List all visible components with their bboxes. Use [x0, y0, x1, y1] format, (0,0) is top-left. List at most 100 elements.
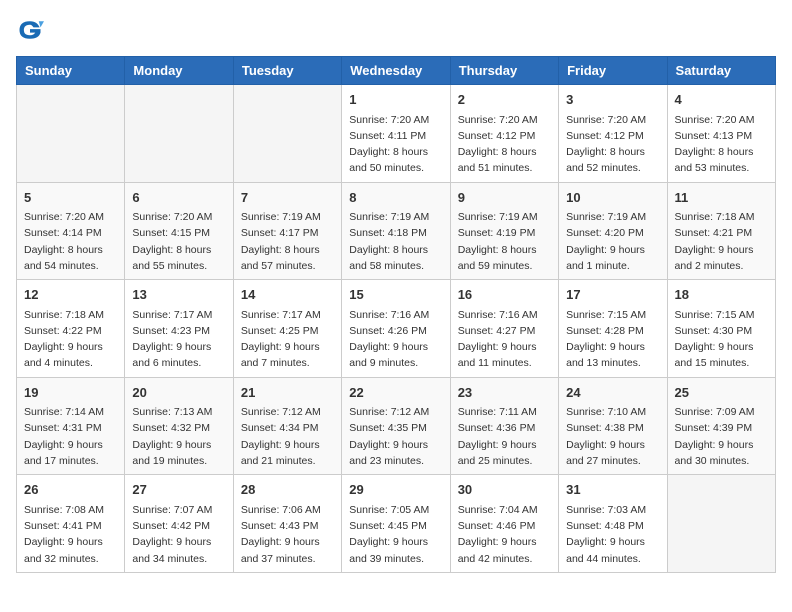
weekday-header-thursday: Thursday: [450, 57, 558, 85]
calendar-cell: 31Sunrise: 7:03 AM Sunset: 4:48 PM Dayli…: [559, 475, 667, 573]
calendar-cell: 1Sunrise: 7:20 AM Sunset: 4:11 PM Daylig…: [342, 85, 450, 183]
page-header: [16, 16, 776, 44]
calendar-cell: 15Sunrise: 7:16 AM Sunset: 4:26 PM Dayli…: [342, 280, 450, 378]
day-number: 16: [458, 285, 551, 305]
calendar-cell: 20Sunrise: 7:13 AM Sunset: 4:32 PM Dayli…: [125, 377, 233, 475]
calendar-cell: 27Sunrise: 7:07 AM Sunset: 4:42 PM Dayli…: [125, 475, 233, 573]
day-number: 13: [132, 285, 225, 305]
calendar-cell: 21Sunrise: 7:12 AM Sunset: 4:34 PM Dayli…: [233, 377, 341, 475]
calendar-cell: 29Sunrise: 7:05 AM Sunset: 4:45 PM Dayli…: [342, 475, 450, 573]
calendar-header: SundayMondayTuesdayWednesdayThursdayFrid…: [17, 57, 776, 85]
calendar-cell: 30Sunrise: 7:04 AM Sunset: 4:46 PM Dayli…: [450, 475, 558, 573]
calendar-cell: [17, 85, 125, 183]
day-number: 6: [132, 188, 225, 208]
calendar-cell: 19Sunrise: 7:14 AM Sunset: 4:31 PM Dayli…: [17, 377, 125, 475]
day-number: 4: [675, 90, 768, 110]
day-info: Sunrise: 7:16 AM Sunset: 4:27 PM Dayligh…: [458, 307, 551, 372]
day-info: Sunrise: 7:03 AM Sunset: 4:48 PM Dayligh…: [566, 502, 659, 567]
day-number: 14: [241, 285, 334, 305]
weekday-row: SundayMondayTuesdayWednesdayThursdayFrid…: [17, 57, 776, 85]
day-info: Sunrise: 7:18 AM Sunset: 4:22 PM Dayligh…: [24, 307, 117, 372]
logo: [16, 16, 48, 44]
weekday-header-saturday: Saturday: [667, 57, 775, 85]
day-info: Sunrise: 7:20 AM Sunset: 4:14 PM Dayligh…: [24, 209, 117, 274]
calendar-cell: 4Sunrise: 7:20 AM Sunset: 4:13 PM Daylig…: [667, 85, 775, 183]
day-info: Sunrise: 7:17 AM Sunset: 4:25 PM Dayligh…: [241, 307, 334, 372]
calendar-cell: 26Sunrise: 7:08 AM Sunset: 4:41 PM Dayli…: [17, 475, 125, 573]
calendar-cell: 3Sunrise: 7:20 AM Sunset: 4:12 PM Daylig…: [559, 85, 667, 183]
calendar-body: 1Sunrise: 7:20 AM Sunset: 4:11 PM Daylig…: [17, 85, 776, 573]
day-info: Sunrise: 7:07 AM Sunset: 4:42 PM Dayligh…: [132, 502, 225, 567]
weekday-header-sunday: Sunday: [17, 57, 125, 85]
calendar-cell: 5Sunrise: 7:20 AM Sunset: 4:14 PM Daylig…: [17, 182, 125, 280]
day-number: 5: [24, 188, 117, 208]
day-info: Sunrise: 7:18 AM Sunset: 4:21 PM Dayligh…: [675, 209, 768, 274]
day-info: Sunrise: 7:12 AM Sunset: 4:35 PM Dayligh…: [349, 404, 442, 469]
calendar-cell: 25Sunrise: 7:09 AM Sunset: 4:39 PM Dayli…: [667, 377, 775, 475]
calendar-week-3: 12Sunrise: 7:18 AM Sunset: 4:22 PM Dayli…: [17, 280, 776, 378]
day-info: Sunrise: 7:14 AM Sunset: 4:31 PM Dayligh…: [24, 404, 117, 469]
calendar-cell: 23Sunrise: 7:11 AM Sunset: 4:36 PM Dayli…: [450, 377, 558, 475]
calendar-cell: 8Sunrise: 7:19 AM Sunset: 4:18 PM Daylig…: [342, 182, 450, 280]
day-info: Sunrise: 7:16 AM Sunset: 4:26 PM Dayligh…: [349, 307, 442, 372]
logo-icon: [16, 16, 44, 44]
day-info: Sunrise: 7:20 AM Sunset: 4:15 PM Dayligh…: [132, 209, 225, 274]
day-info: Sunrise: 7:12 AM Sunset: 4:34 PM Dayligh…: [241, 404, 334, 469]
day-info: Sunrise: 7:20 AM Sunset: 4:12 PM Dayligh…: [458, 112, 551, 177]
day-info: Sunrise: 7:19 AM Sunset: 4:19 PM Dayligh…: [458, 209, 551, 274]
calendar-cell: 12Sunrise: 7:18 AM Sunset: 4:22 PM Dayli…: [17, 280, 125, 378]
day-info: Sunrise: 7:11 AM Sunset: 4:36 PM Dayligh…: [458, 404, 551, 469]
day-info: Sunrise: 7:20 AM Sunset: 4:12 PM Dayligh…: [566, 112, 659, 177]
day-info: Sunrise: 7:20 AM Sunset: 4:13 PM Dayligh…: [675, 112, 768, 177]
calendar-cell: 10Sunrise: 7:19 AM Sunset: 4:20 PM Dayli…: [559, 182, 667, 280]
day-number: 22: [349, 383, 442, 403]
calendar-cell: 7Sunrise: 7:19 AM Sunset: 4:17 PM Daylig…: [233, 182, 341, 280]
calendar-cell: 6Sunrise: 7:20 AM Sunset: 4:15 PM Daylig…: [125, 182, 233, 280]
day-number: 21: [241, 383, 334, 403]
day-number: 1: [349, 90, 442, 110]
day-info: Sunrise: 7:04 AM Sunset: 4:46 PM Dayligh…: [458, 502, 551, 567]
day-info: Sunrise: 7:06 AM Sunset: 4:43 PM Dayligh…: [241, 502, 334, 567]
day-number: 26: [24, 480, 117, 500]
weekday-header-wednesday: Wednesday: [342, 57, 450, 85]
calendar-cell: 16Sunrise: 7:16 AM Sunset: 4:27 PM Dayli…: [450, 280, 558, 378]
calendar-week-5: 26Sunrise: 7:08 AM Sunset: 4:41 PM Dayli…: [17, 475, 776, 573]
calendar-cell: 14Sunrise: 7:17 AM Sunset: 4:25 PM Dayli…: [233, 280, 341, 378]
calendar-cell: 24Sunrise: 7:10 AM Sunset: 4:38 PM Dayli…: [559, 377, 667, 475]
day-number: 10: [566, 188, 659, 208]
day-info: Sunrise: 7:19 AM Sunset: 4:17 PM Dayligh…: [241, 209, 334, 274]
day-number: 12: [24, 285, 117, 305]
day-info: Sunrise: 7:15 AM Sunset: 4:28 PM Dayligh…: [566, 307, 659, 372]
day-number: 24: [566, 383, 659, 403]
day-number: 28: [241, 480, 334, 500]
day-number: 23: [458, 383, 551, 403]
day-number: 11: [675, 188, 768, 208]
day-number: 18: [675, 285, 768, 305]
weekday-header-monday: Monday: [125, 57, 233, 85]
day-number: 29: [349, 480, 442, 500]
day-number: 15: [349, 285, 442, 305]
day-info: Sunrise: 7:17 AM Sunset: 4:23 PM Dayligh…: [132, 307, 225, 372]
calendar-cell: 28Sunrise: 7:06 AM Sunset: 4:43 PM Dayli…: [233, 475, 341, 573]
calendar-cell: 11Sunrise: 7:18 AM Sunset: 4:21 PM Dayli…: [667, 182, 775, 280]
day-number: 31: [566, 480, 659, 500]
day-number: 9: [458, 188, 551, 208]
calendar-cell: 17Sunrise: 7:15 AM Sunset: 4:28 PM Dayli…: [559, 280, 667, 378]
day-info: Sunrise: 7:08 AM Sunset: 4:41 PM Dayligh…: [24, 502, 117, 567]
calendar-cell: 13Sunrise: 7:17 AM Sunset: 4:23 PM Dayli…: [125, 280, 233, 378]
calendar-cell: [233, 85, 341, 183]
day-info: Sunrise: 7:13 AM Sunset: 4:32 PM Dayligh…: [132, 404, 225, 469]
day-number: 27: [132, 480, 225, 500]
calendar-week-1: 1Sunrise: 7:20 AM Sunset: 4:11 PM Daylig…: [17, 85, 776, 183]
day-info: Sunrise: 7:15 AM Sunset: 4:30 PM Dayligh…: [675, 307, 768, 372]
day-number: 25: [675, 383, 768, 403]
calendar-cell: 9Sunrise: 7:19 AM Sunset: 4:19 PM Daylig…: [450, 182, 558, 280]
day-number: 2: [458, 90, 551, 110]
day-info: Sunrise: 7:20 AM Sunset: 4:11 PM Dayligh…: [349, 112, 442, 177]
calendar-cell: [125, 85, 233, 183]
day-number: 20: [132, 383, 225, 403]
day-number: 17: [566, 285, 659, 305]
weekday-header-tuesday: Tuesday: [233, 57, 341, 85]
calendar-table: SundayMondayTuesdayWednesdayThursdayFrid…: [16, 56, 776, 573]
day-info: Sunrise: 7:05 AM Sunset: 4:45 PM Dayligh…: [349, 502, 442, 567]
